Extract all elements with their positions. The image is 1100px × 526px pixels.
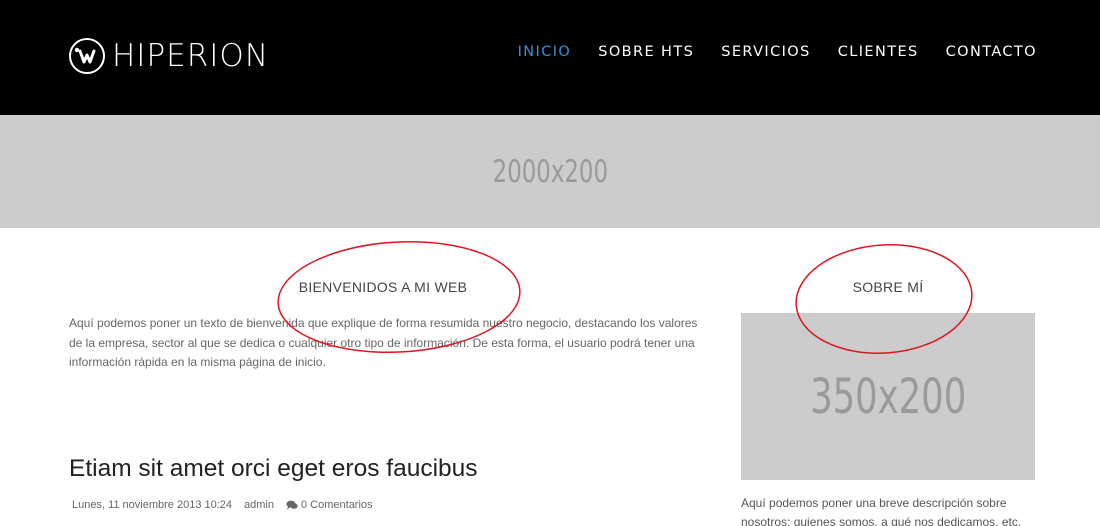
nav-item-contacto[interactable]: CONTACTO: [946, 44, 1037, 60]
post-comments-link[interactable]: 0 Comentarios: [286, 499, 385, 511]
about-placeholder-text: 350x200: [809, 368, 967, 425]
post-comments-count: 0 Comentarios: [301, 499, 373, 511]
about-heading: SOBRE MÍ: [852, 279, 924, 295]
nav-item-clientes[interactable]: CLIENTES: [838, 44, 919, 60]
logo-text: HIPERION: [112, 38, 270, 74]
welcome-paragraph: Aquí podemos poner un texto de bienvenid…: [69, 316, 698, 369]
welcome-heading: BIENVENIDOS A MI WEB: [298, 279, 468, 295]
banner-image: 2000x200: [0, 115, 1100, 228]
about-image: 350x200: [741, 313, 1035, 480]
about-paragraph: Aquí podemos poner una breve descripción…: [741, 496, 1022, 526]
post-title[interactable]: Etiam sit amet orci eget eros faucibus: [69, 455, 478, 483]
comment-icon: [286, 500, 298, 510]
logo-w-icon: [69, 38, 105, 74]
main-nav: INICIO SOBRE HTS SERVICIOS CLIENTES CONT…: [491, 44, 1037, 60]
site-header: HIPERION INICIO SOBRE HTS SERVICIOS CLIE…: [0, 0, 1100, 115]
nav-item-inicio[interactable]: INICIO: [518, 44, 572, 60]
banner-placeholder-text: 2000x200: [492, 153, 608, 190]
post-author[interactable]: admin: [244, 499, 274, 511]
post-meta: Lunes, 11 noviembre 2013 10:24 admin 0 C…: [72, 499, 397, 511]
site-logo[interactable]: HIPERION: [69, 36, 269, 76]
page: HIPERION INICIO SOBRE HTS SERVICIOS CLIE…: [0, 0, 1100, 526]
nav-item-servicios[interactable]: SERVICIOS: [721, 44, 810, 60]
post-date: Lunes, 11 noviembre 2013 10:24: [72, 499, 233, 511]
nav-item-sobre-hts[interactable]: SOBRE HTS: [598, 44, 694, 60]
